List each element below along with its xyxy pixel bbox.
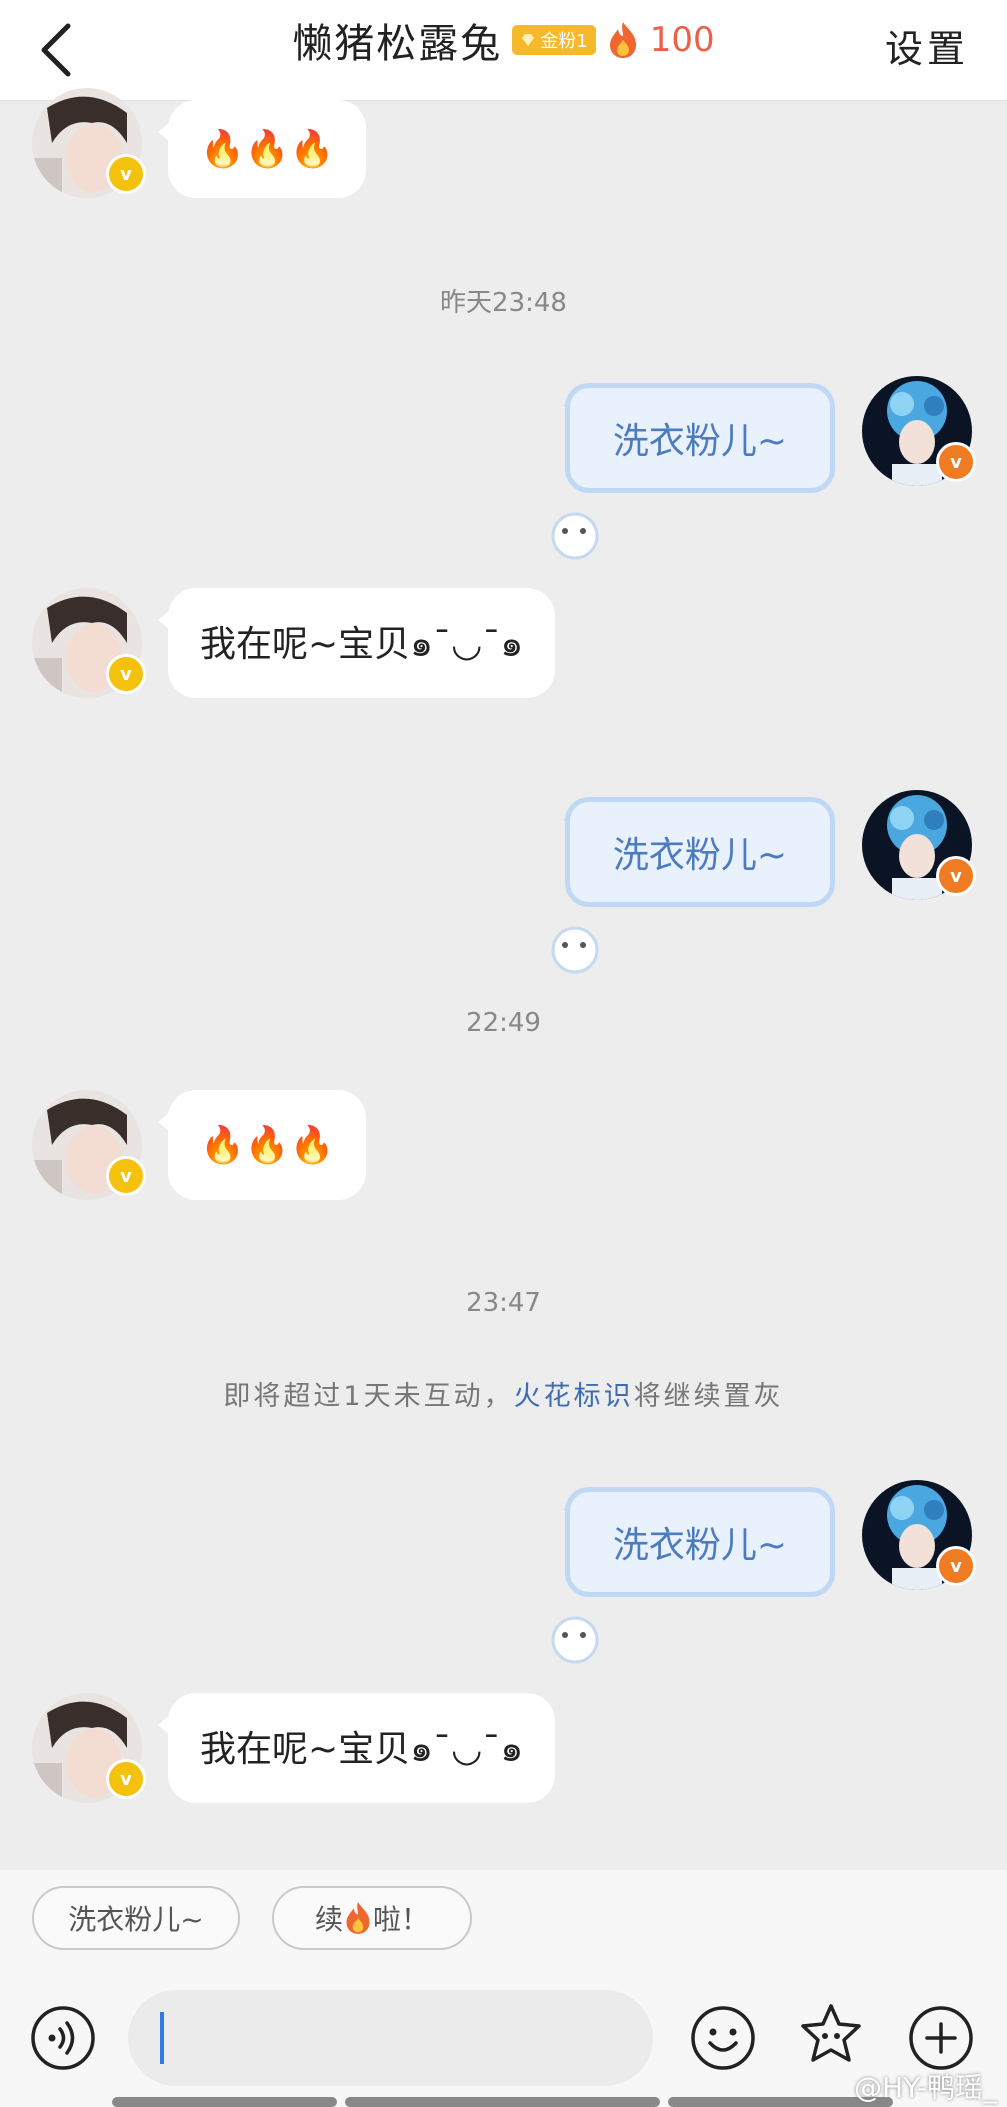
message-bubble-7[interactable]: 我在呢~宝贝๑¯◡¯๑ xyxy=(157,1693,556,1803)
timestamp-1: 昨天23:48 xyxy=(440,288,567,318)
spark-link[interactable]: 火花标识 xyxy=(514,1381,634,1412)
message-bubble-6[interactable]: 洗衣粉儿~ xyxy=(565,1487,835,1597)
avatar-self[interactable]: v xyxy=(862,790,976,900)
message-bubble-4[interactable]: 洗衣粉儿~ xyxy=(565,797,835,907)
avatar-self[interactable]: v xyxy=(862,376,976,486)
avatar-self[interactable]: v xyxy=(862,1480,976,1590)
streak-count: 100 xyxy=(649,20,715,60)
plus-icon[interactable] xyxy=(908,2005,974,2071)
sticker-star-icon[interactable] xyxy=(798,2002,864,2068)
avatar-other[interactable]: v xyxy=(32,588,146,698)
bottom-bar-segment xyxy=(345,2097,660,2107)
quick-reply-bar: 洗衣粉儿~ 续 啦！ xyxy=(0,1870,1007,1980)
message-bubble-1[interactable]: 🔥🔥🔥 xyxy=(157,100,367,198)
verified-badge-icon: v xyxy=(936,856,976,896)
verified-badge-icon: v xyxy=(106,1759,146,1799)
text-caret xyxy=(160,2012,164,2064)
chip2-prefix: 续 xyxy=(314,1903,343,1936)
message-bubble-5[interactable]: 🔥🔥🔥 xyxy=(157,1090,367,1200)
chat-title: 懒猪松露兔 xyxy=(292,21,503,67)
message-bubble-2[interactable]: 洗衣粉儿~ xyxy=(565,383,835,493)
avatar-other[interactable]: v xyxy=(32,1693,146,1803)
title-group: 懒猪松露兔 金粉1 100 xyxy=(0,0,1007,80)
chat-header: 懒猪松露兔 金粉1 100 设置 xyxy=(0,0,1007,101)
fire-icon xyxy=(609,22,636,58)
fan-badge-label: 金粉1 xyxy=(540,31,588,52)
voice-icon[interactable] xyxy=(30,2005,96,2071)
timestamp-2: 22:49 xyxy=(466,1008,541,1038)
quick-reply-chip-2[interactable]: 续 啦！ xyxy=(272,1886,472,1950)
quick-reply-chip-1[interactable]: 洗衣粉儿~ xyxy=(32,1886,240,1950)
settings-button[interactable]: 设置 xyxy=(885,18,969,73)
streak-notice: 即将超过1天未互动，火花标识将继续置灰 xyxy=(0,1374,1007,1413)
avatar-other[interactable]: v xyxy=(32,1090,146,1200)
message-input[interactable] xyxy=(128,1990,653,2086)
notice-text: 即将超过1天未互动， xyxy=(223,1381,514,1412)
chat-area[interactable]: v 🔥🔥🔥 昨天23:48 洗衣粉儿~ v v 我在呢~宝贝๑¯◡¯๑ 洗衣粉儿… xyxy=(0,88,1007,1870)
verified-badge-icon: v xyxy=(106,154,146,194)
notice-text-end: 将继续置灰 xyxy=(633,1381,784,1412)
emoji-icon[interactable] xyxy=(690,2005,756,2071)
fan-level-badge: 金粉1 xyxy=(512,25,596,55)
verified-badge-icon: v xyxy=(936,442,976,482)
message-bubble-3[interactable]: 我在呢~宝贝๑¯◡¯๑ xyxy=(157,588,556,698)
avatar-other[interactable]: v xyxy=(32,88,146,198)
verified-badge-icon: v xyxy=(936,1546,976,1586)
verified-badge-icon: v xyxy=(106,1156,146,1196)
diamond-icon xyxy=(522,34,535,46)
bottom-bar-segment xyxy=(112,2097,337,2107)
watermark: @HY-鸭瑶_ xyxy=(854,2071,997,2104)
verified-badge-icon: v xyxy=(106,654,146,694)
chip2-suffix: 啦！ xyxy=(373,1903,430,1936)
timestamp-3: 23:47 xyxy=(466,1288,541,1318)
fire-icon xyxy=(346,1902,370,1934)
